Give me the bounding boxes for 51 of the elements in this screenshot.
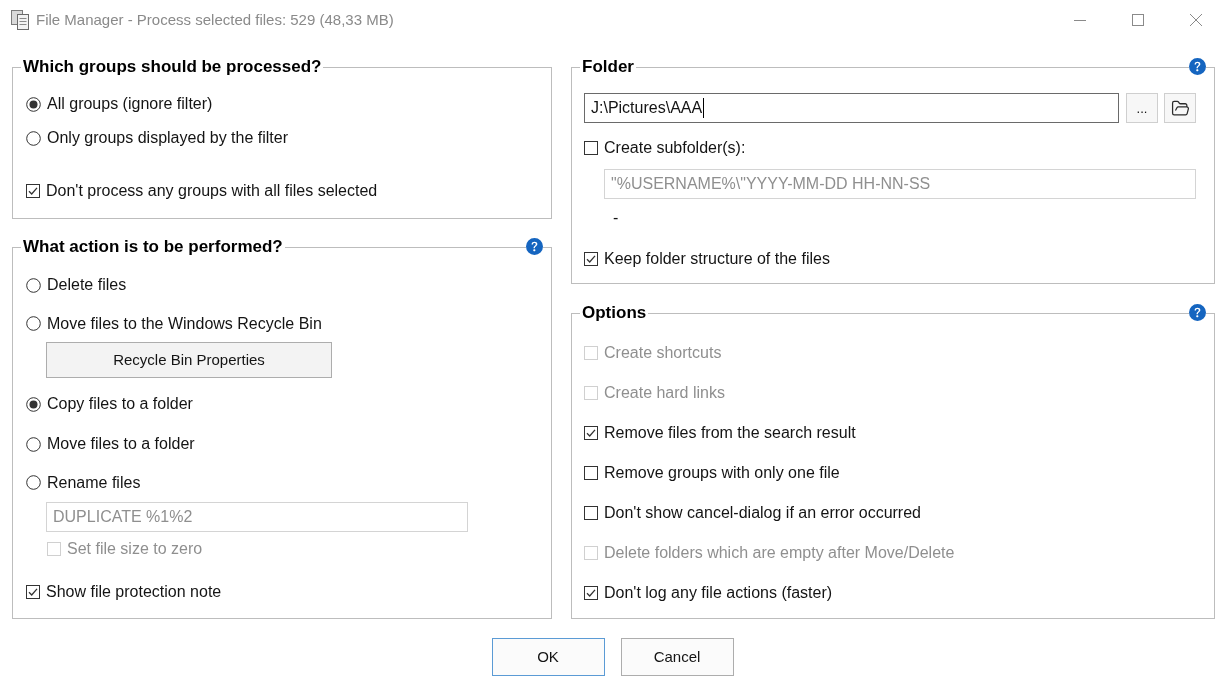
help-icon[interactable] xyxy=(526,238,543,255)
checkbox[interactable] xyxy=(584,506,598,520)
radio-button[interactable] xyxy=(26,130,41,146)
radio-button[interactable] xyxy=(26,396,41,412)
minimize-icon xyxy=(1074,19,1086,21)
group-title: Which groups should be processed? xyxy=(22,57,323,77)
group-title: What action is to be performed? xyxy=(22,237,284,257)
folder-open-icon xyxy=(1170,98,1190,118)
option-label[interactable]: Don't log any file actions (faster) xyxy=(604,583,833,603)
group-title: Folder xyxy=(581,57,635,77)
option-label[interactable]: Rename files xyxy=(47,472,141,493)
documents-icon xyxy=(11,10,30,30)
open-folder-button[interactable] xyxy=(1164,93,1196,123)
option-label[interactable]: Keep folder structure of the files xyxy=(604,249,830,269)
text-cursor-icon xyxy=(703,98,705,118)
close-icon xyxy=(1190,14,1202,26)
radio-button[interactable] xyxy=(26,436,41,452)
option-label[interactable]: Don't process any groups with all files selected xyxy=(46,181,378,201)
properties-button[interactable]: Recycle Bin Properties xyxy=(46,342,332,378)
group-title: Options xyxy=(581,303,648,323)
checkbox[interactable] xyxy=(584,466,598,480)
option-label[interactable]: Show file protection note xyxy=(46,582,222,602)
help-icon[interactable] xyxy=(1189,58,1206,75)
maximize-icon xyxy=(1132,14,1144,26)
dialog-button[interactable]: OK xyxy=(491,638,605,676)
window-title: File Manager - Process selected files: 529 (48,33 MB) xyxy=(36,9,394,30)
option-label[interactable]: Remove files from the search result xyxy=(604,423,856,443)
radio-button[interactable] xyxy=(26,316,41,331)
option-label[interactable]: Move files to the Windows Recycle Bin xyxy=(47,313,322,334)
option-label[interactable]: Don't show cancel-dialog if an error occurred xyxy=(604,503,921,523)
folder-path-field[interactable]: J:\Pictures\AAA xyxy=(584,93,1119,123)
option-label[interactable]: Move files to a folder xyxy=(47,434,195,454)
checkbox[interactable] xyxy=(584,141,598,155)
checkbox[interactable] xyxy=(26,585,40,599)
radio-button[interactable] xyxy=(26,277,41,293)
checkbox[interactable] xyxy=(26,184,40,198)
dialog-button[interactable]: Cancel xyxy=(620,638,734,676)
subfolder-preview: - xyxy=(613,208,619,228)
option-label[interactable]: Create subfolder(s): xyxy=(604,138,746,158)
radio-button[interactable] xyxy=(26,475,41,490)
checkbox[interactable] xyxy=(584,586,598,600)
option-label[interactable]: Copy files to a folder xyxy=(47,394,193,414)
radio-button[interactable] xyxy=(26,96,41,112)
help-icon[interactable] xyxy=(1189,304,1206,321)
option-label[interactable]: Remove groups with only one file xyxy=(604,463,840,483)
option-label[interactable]: Delete files xyxy=(47,275,127,295)
checkbox[interactable] xyxy=(584,252,598,266)
browse-button[interactable]: ... xyxy=(1126,93,1158,123)
checkbox[interactable] xyxy=(584,426,598,440)
option-label[interactable]: All groups (ignore filter) xyxy=(47,94,213,114)
option-label[interactable]: Only groups displayed by the filter xyxy=(47,128,288,148)
